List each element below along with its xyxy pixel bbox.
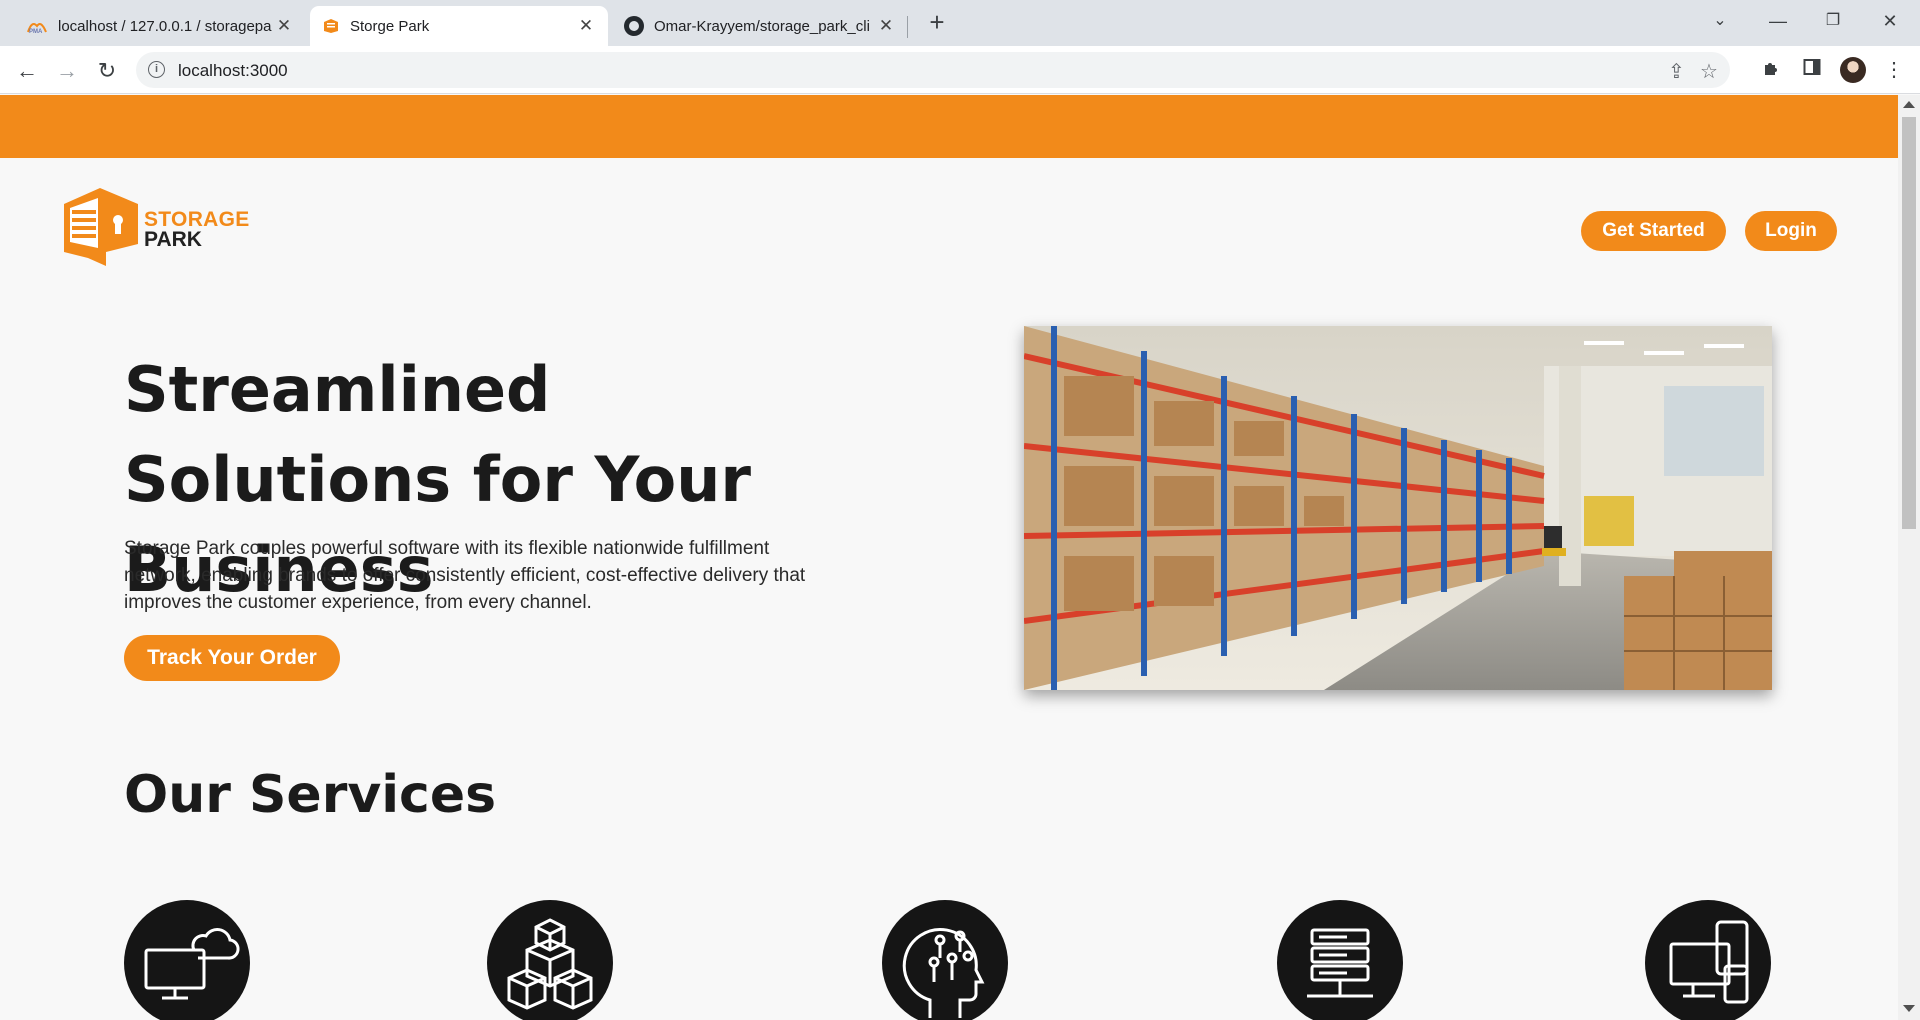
close-window-icon[interactable]: ✕ [1870, 6, 1910, 36]
address-url[interactable]: localhost:3000 [178, 61, 288, 81]
services-title: Our Services [124, 765, 497, 825]
ai-brain-icon [882, 900, 1008, 1020]
tab-title: Omar-Krayyem/storage_park_cli [654, 17, 870, 35]
profile-avatar[interactable] [1840, 57, 1866, 83]
storage-park-favicon [322, 17, 340, 35]
browser-tab-bar: PMA localhost / 127.0.0.1 / storagepa ✕ … [0, 0, 1920, 46]
get-started-button[interactable]: Get Started [1581, 211, 1726, 251]
page-viewport: STORAGE PARK Get Started Login Streamlin… [0, 95, 1898, 1020]
cloud-computer-icon [124, 900, 250, 1020]
restore-icon[interactable]: ❐ [1813, 6, 1853, 36]
tab-phpmyadmin[interactable]: PMA localhost / 127.0.0.1 / storagepa ✕ [14, 6, 306, 46]
bookmark-star-icon[interactable]: ☆ [1700, 59, 1718, 84]
scrollbar-thumb[interactable] [1902, 117, 1916, 529]
tab-storge-park[interactable]: Storge Park ✕ [310, 6, 608, 46]
tab-title: Storge Park [350, 17, 430, 35]
close-tab-icon[interactable]: ✕ [876, 16, 896, 36]
svg-text:PMA: PMA [29, 29, 43, 34]
phpmyadmin-icon: PMA [26, 18, 48, 35]
login-button[interactable]: Login [1745, 211, 1837, 251]
browser-toolbar: ← → ↻ i localhost:3000 ⇪ ☆ ⋮ [0, 46, 1920, 94]
logo-text-park: PARK [144, 228, 202, 251]
forward-icon[interactable]: → [50, 54, 84, 88]
reload-icon[interactable]: ↻ [90, 54, 124, 88]
share-icon[interactable]: ⇪ [1668, 59, 1685, 84]
close-tab-icon[interactable]: ✕ [274, 16, 294, 36]
new-tab-button[interactable]: + [922, 8, 952, 38]
warehouse-image [1024, 326, 1772, 690]
devices-icon [1645, 900, 1771, 1020]
side-panel-icon[interactable] [1800, 58, 1824, 82]
tab-separator [907, 16, 908, 38]
track-order-button[interactable]: Track Your Order [124, 635, 340, 681]
tab-title: localhost / 127.0.0.1 / storagepa [58, 17, 272, 35]
tab-search-icon[interactable]: ⌄ [1700, 6, 1740, 36]
minimize-icon[interactable]: — [1758, 6, 1798, 36]
menu-kebab-icon[interactable]: ⋮ [1882, 58, 1906, 82]
site-info-icon[interactable]: i [148, 61, 165, 78]
tab-github[interactable]: Omar-Krayyem/storage_park_cli ✕ [612, 6, 908, 46]
page-scrollbar[interactable] [1898, 95, 1920, 1020]
top-banner [0, 95, 1898, 158]
warehouse-lock-icon [64, 188, 138, 266]
close-tab-icon[interactable]: ✕ [576, 16, 596, 36]
back-icon[interactable]: ← [10, 54, 44, 88]
stacked-boxes-icon [487, 900, 613, 1020]
extensions-icon[interactable] [1760, 58, 1784, 82]
hero-description: Storage Park couples powerful software w… [124, 538, 806, 613]
server-icon [1277, 900, 1403, 1020]
github-icon [624, 16, 644, 36]
scroll-up-icon[interactable] [1903, 101, 1915, 108]
storage-park-logo[interactable]: STORAGE PARK [62, 186, 262, 268]
scroll-down-icon[interactable] [1903, 1005, 1915, 1012]
address-bar[interactable]: i localhost:3000 ⇪ ☆ [136, 52, 1730, 88]
